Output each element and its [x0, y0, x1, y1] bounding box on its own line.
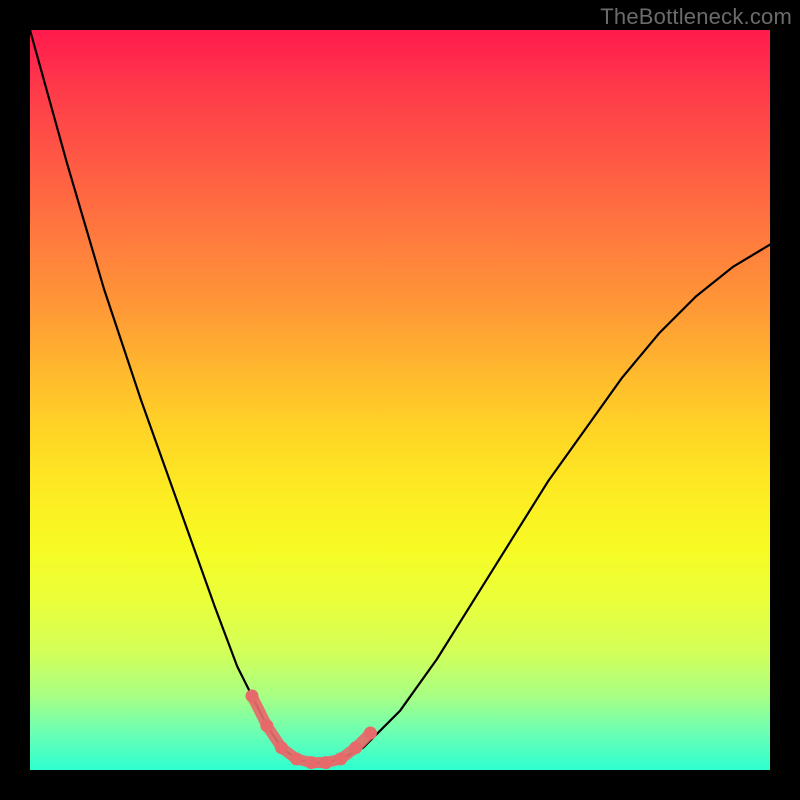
highlight-dot	[275, 741, 288, 754]
highlight-dot	[246, 690, 259, 703]
plot-area	[30, 30, 770, 770]
highlight-dots	[246, 690, 377, 770]
highlight-dot	[305, 756, 318, 769]
highlight-dot	[320, 756, 333, 769]
watermark-text: TheBottleneck.com	[600, 4, 792, 30]
highlight-dot	[260, 719, 273, 732]
highlight-dot	[364, 727, 377, 740]
outer-frame: TheBottleneck.com	[0, 0, 800, 800]
curve-svg	[30, 30, 770, 770]
highlight-dot	[349, 741, 362, 754]
highlight-dot	[290, 752, 303, 765]
bottleneck-curve	[30, 30, 770, 763]
highlight-dot	[334, 752, 347, 765]
